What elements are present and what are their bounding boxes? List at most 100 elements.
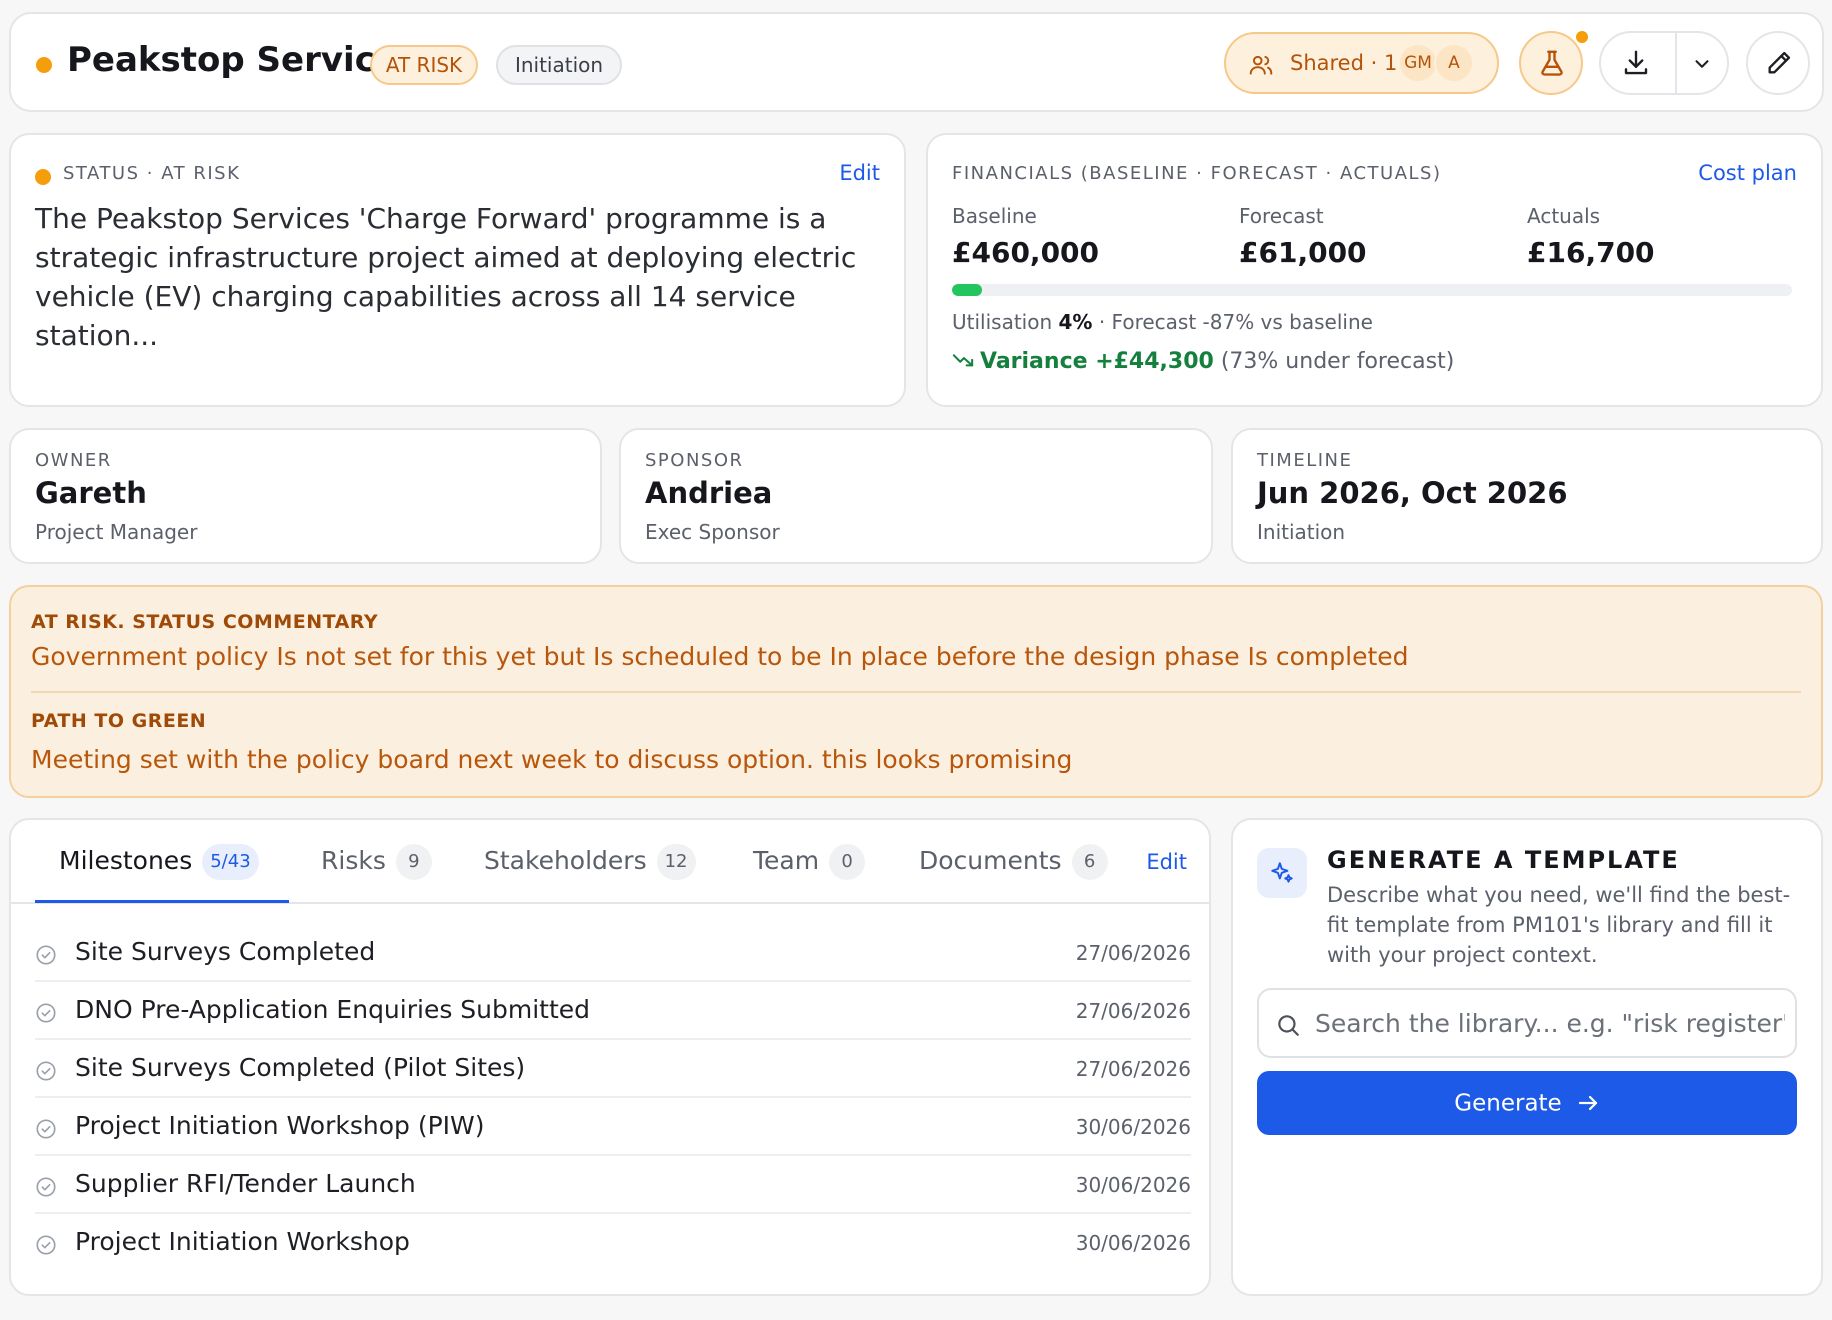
status-card: STATUS · AT RISK Edit The Peakstop Servi… <box>9 133 906 407</box>
library-search-input[interactable] <box>1315 1000 1785 1046</box>
list-item[interactable]: DNO Pre-Application Enquiries Submitted … <box>35 982 1191 1040</box>
actuals-label: Actuals <box>1527 204 1601 228</box>
forecast-label: Forecast <box>1239 204 1324 228</box>
milestone-date: 30/06/2026 <box>1075 1173 1191 1197</box>
generate-button-label: Generate <box>1454 1090 1562 1117</box>
risk-status-badge: AT RISK <box>370 45 478 85</box>
download-button-group <box>1599 31 1729 95</box>
sponsor-card: SPONSOR Andriea Exec Sponsor <box>619 428 1213 564</box>
variance-summary: Variance +£44,300 (73% under forecast) <box>952 348 1454 376</box>
milestone-date: 30/06/2026 <box>1075 1231 1191 1255</box>
status-commentary-panel: AT RISK. STATUS COMMENTARY Government po… <box>9 585 1823 798</box>
sparkles-icon <box>1257 848 1307 898</box>
tab-documents[interactable]: Documents 6 <box>919 844 1108 880</box>
actuals-value: £16,700 <box>1527 236 1655 269</box>
list-item[interactable]: Project Initiation Workshop (PIW) 30/06/… <box>35 1098 1191 1156</box>
tab-bar: Milestones 5/43 Risks 9 Stakeholders 12 Tea… <box>11 820 1209 904</box>
lab-button[interactable] <box>1519 31 1583 95</box>
forecast-value: £61,000 <box>1239 236 1367 269</box>
sponsor-name: Andriea <box>645 476 773 510</box>
check-circle-icon[interactable] <box>35 1176 57 1198</box>
shared-label: Shared · 1 <box>1290 51 1398 75</box>
timeline-phase: Initiation <box>1257 520 1346 544</box>
commentary-text: Government policy Is not set for this ye… <box>31 642 1409 671</box>
baseline-metric: Baseline £460,000 <box>952 204 1099 269</box>
template-generator-card: GENERATE A TEMPLATE Describe what you ne… <box>1231 818 1823 1296</box>
status-indicator-dot <box>36 57 52 73</box>
avatar[interactable]: A <box>1434 43 1474 83</box>
tab-milestones[interactable]: Milestones 5/43 <box>59 844 259 880</box>
check-circle-icon[interactable] <box>35 1002 57 1024</box>
users-icon <box>1248 52 1274 78</box>
download-icon[interactable] <box>1621 48 1651 78</box>
status-label: STATUS · AT RISK <box>63 163 241 184</box>
actuals-metric: Actuals £16,700 <box>1527 204 1655 269</box>
tab-label: Risks <box>321 846 386 875</box>
milestone-name: DNO Pre-Application Enquiries Submitted <box>75 995 591 1024</box>
divider <box>31 691 1801 693</box>
milestone-list: Site Surveys Completed 27/06/2026 DNO Pr… <box>35 924 1191 1272</box>
owner-name: Gareth <box>35 476 147 510</box>
shared-button[interactable]: Shared · 1 GM A <box>1224 32 1499 94</box>
flask-icon <box>1537 48 1567 78</box>
utilisation-summary: Utilisation 4% · Forecast -87% vs baseli… <box>952 310 1373 334</box>
generator-title: GENERATE A TEMPLATE <box>1327 846 1680 874</box>
tab-team[interactable]: Team 0 <box>753 844 866 880</box>
pencil-icon <box>1765 49 1793 77</box>
financials-label: FINANCIALS (BASELINE · FORECAST · ACTUAL… <box>952 163 1442 184</box>
milestone-date: 30/06/2026 <box>1075 1115 1191 1139</box>
tab-label: Documents <box>919 846 1062 875</box>
generate-button[interactable]: Generate <box>1257 1071 1797 1135</box>
check-circle-icon[interactable] <box>35 944 57 966</box>
generator-description: Describe what you need, we'll find the b… <box>1327 883 1791 967</box>
milestone-name: Project Initiation Workshop (PIW) <box>75 1111 485 1140</box>
milestone-name: Site Surveys Completed (Pilot Sites) <box>75 1053 526 1082</box>
edit-button[interactable] <box>1746 31 1810 95</box>
tab-count-badge: 5/43 <box>202 844 259 880</box>
milestone-name: Project Initiation Workshop <box>75 1227 410 1256</box>
project-header: Peakstop Services AT RISK Initiation Sha… <box>9 12 1824 112</box>
check-circle-icon[interactable] <box>35 1234 57 1256</box>
arrow-right-icon <box>1578 1096 1597 1111</box>
milestone-date: 27/06/2026 <box>1075 999 1191 1023</box>
tab-count-badge: 0 <box>829 844 866 880</box>
financials-card: FINANCIALS (BASELINE · FORECAST · ACTUAL… <box>926 133 1823 407</box>
chevron-down-icon[interactable] <box>1691 53 1713 75</box>
timeline-value: Jun 2026, Oct 2026 <box>1257 476 1568 510</box>
phase-badge: Initiation <box>496 45 622 85</box>
utilisation-value: 4% <box>1058 310 1093 334</box>
list-item[interactable]: Site Surveys Completed 27/06/2026 <box>35 924 1191 982</box>
list-item[interactable]: Site Surveys Completed (Pilot Sites) 27/… <box>35 1040 1191 1098</box>
tab-label: Team <box>753 846 820 875</box>
forecast-note: · Forecast -87% vs baseline <box>1098 310 1373 334</box>
tabs-edit-link[interactable]: Edit <box>1146 850 1187 874</box>
avatar[interactable]: GM <box>1398 43 1438 83</box>
utilisation-progress-bar <box>952 284 1792 296</box>
status-indicator-dot <box>35 169 51 185</box>
status-edit-link[interactable]: Edit <box>839 161 880 185</box>
check-circle-icon[interactable] <box>35 1060 57 1082</box>
baseline-label: Baseline <box>952 204 1037 228</box>
utilisation-label: Utilisation <box>952 310 1053 334</box>
cost-plan-link[interactable]: Cost plan <box>1698 161 1797 185</box>
tab-count-badge: 9 <box>395 844 432 880</box>
tab-stakeholders[interactable]: Stakeholders 12 <box>484 844 696 880</box>
timeline-card: TIMELINE Jun 2026, Oct 2026 Initiation <box>1231 428 1823 564</box>
sponsor-role: Exec Sponsor <box>645 520 780 544</box>
tab-count-badge: 12 <box>656 844 696 880</box>
list-item[interactable]: Project Initiation Workshop 30/06/2026 <box>35 1214 1191 1272</box>
timeline-label: TIMELINE <box>1257 450 1353 471</box>
owner-card: OWNER Gareth Project Manager <box>9 428 602 564</box>
page-title: Peakstop Services <box>67 40 419 80</box>
divider <box>1675 33 1677 93</box>
project-description: The Peakstop Services 'Charge Forward' p… <box>35 202 857 352</box>
tab-count-badge: 6 <box>1071 844 1108 880</box>
owner-label: OWNER <box>35 450 112 471</box>
tab-label: Stakeholders <box>484 846 647 875</box>
active-tab-indicator <box>35 900 289 903</box>
tab-risks[interactable]: Risks 9 <box>321 844 432 880</box>
list-item[interactable]: Supplier RFI/Tender Launch 30/06/2026 <box>35 1156 1191 1214</box>
milestone-date: 27/06/2026 <box>1075 941 1191 965</box>
baseline-value: £460,000 <box>952 236 1100 269</box>
check-circle-icon[interactable] <box>35 1118 57 1140</box>
